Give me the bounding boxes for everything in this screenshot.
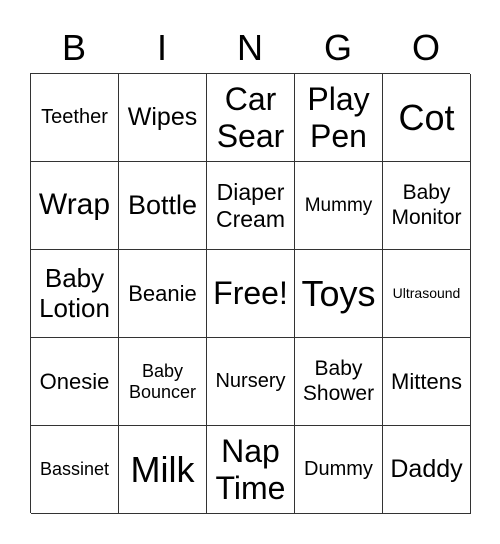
bingo-cell[interactable]: Nursery [207, 338, 295, 426]
header-letter-b: B [61, 27, 86, 68]
bingo-cell[interactable]: Baby Shower [295, 338, 383, 426]
bingo-cell[interactable]: Milk [119, 426, 207, 514]
bingo-cell[interactable]: Toys [295, 250, 383, 338]
bingo-cell[interactable]: Onesie [31, 338, 119, 426]
bingo-cell[interactable]: Diaper Cream [207, 162, 295, 250]
bingo-cell[interactable]: Bottle [119, 162, 207, 250]
bingo-cell[interactable]: Baby Bouncer [119, 338, 207, 426]
header-letter-n: N [237, 27, 263, 68]
header-letter-o: O [411, 27, 440, 68]
bingo-header: B I N G O [30, 26, 470, 70]
bingo-cell[interactable]: Cot [383, 74, 471, 162]
header-letter-i: I [156, 27, 167, 68]
bingo-cell[interactable]: Car Sear [207, 74, 295, 162]
bingo-grid: Teether Wipes Car Sear Play Pen Cot Wrap Bottl… [30, 73, 471, 514]
bingo-cell[interactable]: Nap Time [207, 426, 295, 514]
bingo-cell[interactable]: Mittens [383, 338, 471, 426]
bingo-cell[interactable]: Wrap [31, 162, 119, 250]
bingo-cell[interactable]: Dummy [295, 426, 383, 514]
bingo-cell[interactable]: Bassinet [31, 426, 119, 514]
bingo-cell[interactable]: Daddy [383, 426, 471, 514]
bingo-cell[interactable]: Teether [31, 74, 119, 162]
bingo-cell[interactable]: Free! [207, 250, 295, 338]
bingo-cell[interactable]: Play Pen [295, 74, 383, 162]
bingo-cell[interactable]: Ultrasound [383, 250, 471, 338]
bingo-cell[interactable]: Mummy [295, 162, 383, 250]
bingo-cell[interactable]: Beanie [119, 250, 207, 338]
bingo-cell[interactable]: Baby Monitor [383, 162, 471, 250]
bingo-cell[interactable]: Baby Lotion [31, 250, 119, 338]
header-letter-g: G [323, 27, 352, 68]
bingo-cell[interactable]: Wipes [119, 74, 207, 162]
